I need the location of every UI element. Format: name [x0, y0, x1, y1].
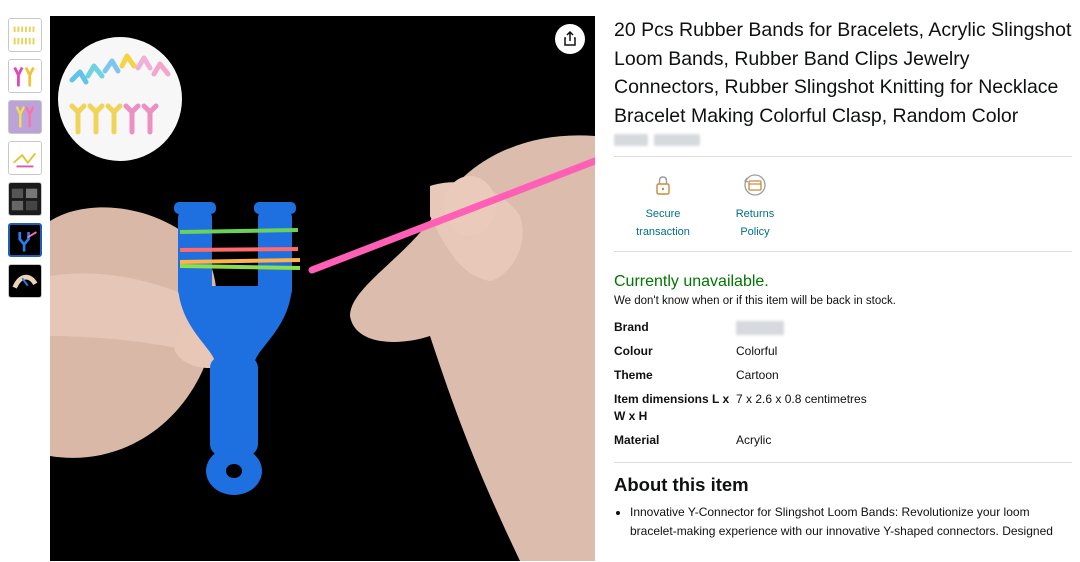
thumbnail-4[interactable]	[8, 141, 42, 175]
thumbnail-strip	[8, 18, 46, 305]
product-details: 20 Pcs Rubber Bands for Bracelets, Acryl…	[614, 16, 1072, 541]
spec-row-brand: Brand	[614, 319, 867, 343]
lock-icon	[656, 176, 670, 195]
spec-key: Brand	[614, 320, 649, 334]
brand-redacted	[736, 320, 784, 335]
ratings-placeholder	[614, 132, 1072, 148]
spec-value: 7 x 2.6 x 0.8 centimetres	[736, 392, 867, 406]
share-button[interactable]	[555, 24, 585, 54]
secure-transaction-badge[interactable]: Secure transaction	[628, 171, 698, 241]
thumbnail-7[interactable]	[8, 264, 42, 298]
about-heading: About this item	[614, 474, 749, 495]
thumbnail-6[interactable]	[8, 223, 42, 257]
spec-row-colour: Colour Colorful	[614, 343, 867, 367]
thumbnail-5[interactable]	[8, 182, 42, 216]
spec-value: Cartoon	[736, 368, 779, 382]
spec-value: Acrylic	[736, 433, 772, 447]
availability-status: Currently unavailable.	[614, 273, 769, 290]
spec-key: Item dimensions L x W x H	[614, 392, 730, 423]
returns-policy-badge[interactable]: Returns Policy	[720, 171, 790, 241]
availability-note: We don't know when or if this item will …	[614, 295, 896, 307]
divider	[614, 462, 1072, 463]
about-bullet: Innovative Y-Connector for Slingshot Loo…	[630, 503, 1072, 541]
spec-key: Material	[614, 433, 660, 447]
spec-value	[736, 319, 867, 343]
returns-policy-label: Returns Policy	[735, 208, 775, 238]
about-bullets: Innovative Y-Connector for Slingshot Loo…	[614, 503, 1072, 541]
spec-value: Colorful	[736, 344, 778, 358]
thumbnail-2[interactable]	[8, 59, 42, 93]
feature-badges: Secure transaction Returns Policy	[614, 157, 1072, 251]
spec-key: Colour	[614, 344, 653, 358]
product-title: 20 Pcs Rubber Bands for Bracelets, Acryl…	[614, 19, 1072, 127]
product-specs-table: Brand Colour Colorful Theme Cartoon Item…	[614, 319, 867, 456]
divider	[614, 251, 1072, 252]
main-product-image[interactable]	[50, 16, 595, 561]
thumbnail-3[interactable]	[8, 100, 42, 134]
spec-row-dimensions: Item dimensions L x W x H 7 x 2.6 x 0.8 …	[614, 391, 867, 432]
share-icon	[564, 31, 576, 46]
thumbnail-1[interactable]	[8, 18, 42, 52]
secure-transaction-label: Secure transaction	[636, 208, 690, 238]
spec-row-material: Material Acrylic	[614, 432, 867, 456]
returns-icon	[744, 174, 766, 196]
spec-row-theme: Theme Cartoon	[614, 367, 867, 391]
spec-key: Theme	[614, 368, 653, 382]
